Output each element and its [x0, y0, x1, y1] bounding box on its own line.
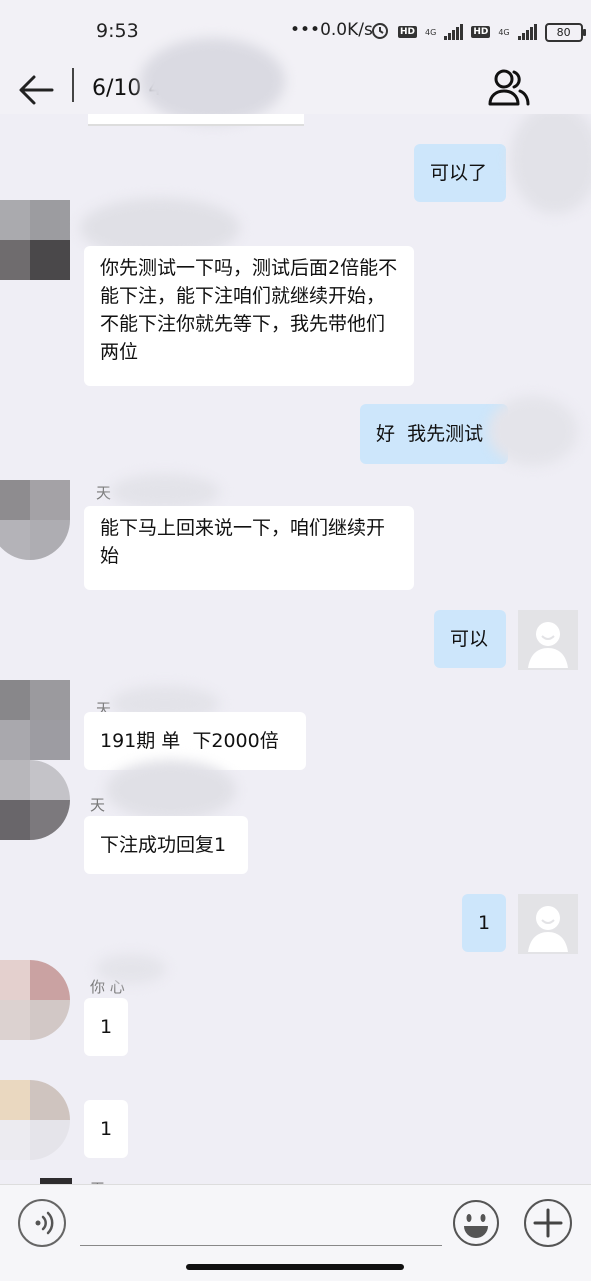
status-time: 9:53 — [96, 20, 139, 42]
privacy-blur — [510, 114, 591, 214]
voice-icon — [35, 1211, 54, 1235]
my-avatar[interactable] — [518, 610, 578, 670]
message-bubble[interactable]: 1 — [84, 1100, 128, 1158]
avatar[interactable] — [0, 960, 70, 1040]
sender-name: 天 — [90, 796, 106, 814]
avatar[interactable] — [0, 200, 70, 280]
avatar[interactable] — [0, 480, 70, 560]
message-input[interactable] — [80, 1197, 442, 1246]
status-icons: HD 4G HD 4G 80 — [370, 20, 586, 44]
network-speed: •••0.0K/s — [290, 20, 373, 40]
emoji-button[interactable] — [452, 1199, 500, 1247]
message-bubble[interactable]: 可以了 — [414, 144, 506, 202]
message-bubble[interactable]: 下注成功回复1 — [84, 816, 248, 874]
previous-message-remnant — [88, 114, 304, 126]
privacy-blur — [140, 38, 285, 124]
message-bubble[interactable]: 可以 — [434, 610, 506, 668]
emoji-icon — [453, 1200, 499, 1246]
message-bubble[interactable]: 1 — [462, 894, 506, 952]
back-button[interactable] — [16, 68, 56, 108]
group-members-icon — [488, 69, 530, 106]
home-indicator[interactable] — [186, 1264, 404, 1270]
voice-button[interactable] — [18, 1199, 66, 1247]
header-divider — [72, 68, 74, 102]
signal-icon — [444, 24, 464, 40]
group-members-button[interactable] — [486, 64, 532, 110]
plus-icon — [533, 1208, 563, 1238]
alarm-icon — [370, 20, 390, 44]
signal-icon — [517, 24, 537, 40]
privacy-blur — [106, 760, 236, 820]
message-bubble[interactable]: 好 我先测试 — [360, 404, 508, 464]
message-bubble[interactable]: 能下马上回来说一下，咱们继续开始 — [84, 506, 414, 590]
avatar[interactable] — [0, 680, 70, 760]
message-bubble[interactable]: 你先测试一下吗，测试后面2倍能不能下注，能下注咱们就继续开始，不能下注你就先等下… — [84, 246, 414, 386]
battery-indicator: 80 — [544, 22, 586, 42]
message-list[interactable]: 可以了 你先测试一下吗，测试后面2倍能不能下注，能下注咱们就继续开始，不能下注你… — [0, 114, 591, 1184]
net-type-label: 4G — [498, 27, 510, 37]
avatar[interactable] — [0, 760, 70, 840]
net-type-label: 4G — [425, 27, 437, 37]
default-avatar-icon — [528, 906, 568, 952]
hd-badge: HD — [398, 26, 418, 38]
more-button[interactable] — [524, 1199, 572, 1247]
hd-badge: HD — [471, 26, 491, 38]
privacy-blur — [96, 954, 166, 984]
status-bar: 9:53 •••0.0K/s HD 4G HD 4G 80 — [0, 0, 591, 62]
avatar[interactable] — [0, 1080, 70, 1160]
message-bubble[interactable]: 1 — [84, 998, 128, 1056]
sender-name: 天 — [96, 484, 112, 502]
privacy-blur — [488, 396, 578, 466]
privacy-blur — [110, 474, 220, 510]
default-avatar-icon — [528, 622, 568, 668]
chat-header: 6/10 47群 — [0, 38, 591, 124]
arrow-left-icon — [19, 75, 54, 105]
my-avatar[interactable] — [518, 894, 578, 954]
